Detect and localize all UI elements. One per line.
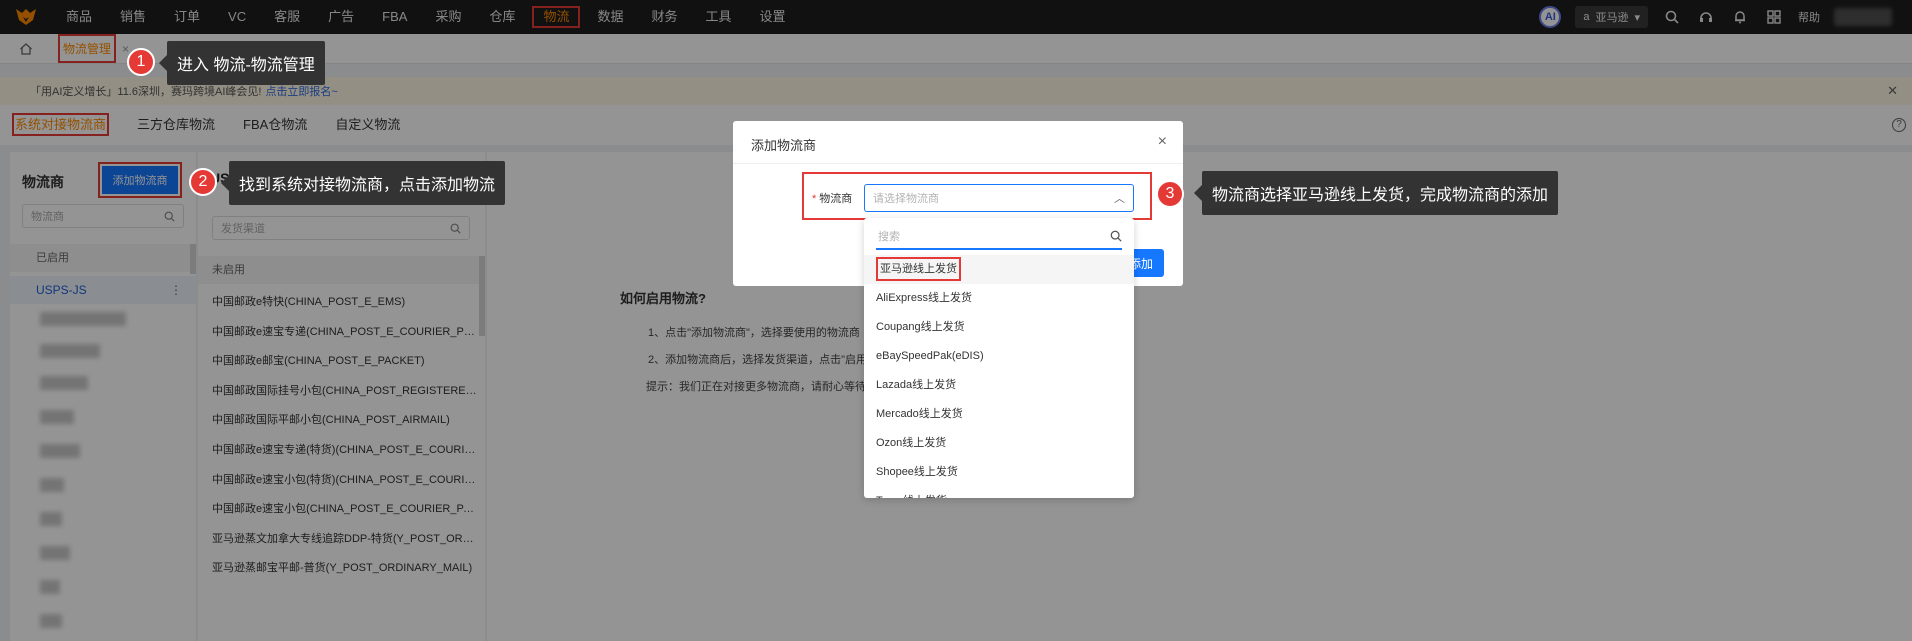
search-icon	[1110, 230, 1122, 242]
modal-title: 添加物流商	[751, 138, 817, 153]
step-callout-3: 物流商选择亚马逊线上发货，完成物流商的添加	[1193, 171, 1559, 215]
dropdown-search-placeholder: 搜索	[878, 231, 900, 243]
dropdown-option-label: Lazada线上发货	[876, 379, 957, 391]
dropdown-option[interactable]: AliExpress线上发货	[864, 284, 1134, 313]
provider-field-label-text: 物流商	[819, 193, 853, 205]
dropdown-option[interactable]: Ozon线上发货	[864, 429, 1134, 458]
dropdown-search-input[interactable]: 搜索	[876, 224, 1122, 250]
step-marker-2: 2	[189, 168, 217, 196]
dropdown-option-label: Ozon线上发货	[876, 437, 947, 449]
dropdown-option-label: Temu线上发货	[876, 495, 947, 498]
close-icon[interactable]: ×	[1158, 133, 1167, 151]
dropdown-option-label: Shopee线上发货	[876, 466, 958, 478]
dropdown-option-label: AliExpress线上发货	[876, 292, 972, 304]
dropdown-option[interactable]: eBaySpeedPak(eDIS)	[864, 342, 1134, 371]
dropdown-option-label: Coupang线上发货	[876, 321, 965, 333]
required-mark: *	[812, 193, 817, 205]
step-callout-2: 找到系统对接物流商，点击添加物流	[220, 161, 506, 205]
dropdown-option[interactable]: Lazada线上发货	[864, 371, 1134, 400]
dropdown-option-label: eBaySpeedPak(eDIS)	[876, 350, 984, 362]
provider-select-placeholder: 请选择物流商	[873, 193, 939, 205]
dropdown-option[interactable]: Shopee线上发货	[864, 458, 1134, 487]
modal-divider	[733, 163, 1183, 164]
step-marker-3: 3	[1156, 180, 1184, 208]
provider-select[interactable]: 请选择物流商 ︿	[864, 184, 1134, 212]
provider-dropdown: 搜索 亚马逊线上发货 AliExpress线上发货 Coupang线上发货 eBayS…	[864, 218, 1134, 498]
dropdown-option-label: Mercado线上发货	[876, 408, 963, 420]
step-callout-1: 进入 物流-物流管理	[159, 41, 325, 85]
step-marker-1: 1	[127, 48, 155, 76]
provider-field-label: * 物流商	[812, 190, 852, 206]
dropdown-option[interactable]: 亚马逊线上发货	[864, 255, 1134, 284]
dropdown-option-label: 亚马逊线上发货	[876, 257, 961, 281]
dropdown-option[interactable]: Mercado线上发货	[864, 400, 1134, 429]
chevron-up-icon: ︿	[1114, 193, 1125, 205]
dropdown-option[interactable]: Temu线上发货	[864, 487, 1134, 498]
dropdown-option[interactable]: Coupang线上发货	[864, 313, 1134, 342]
